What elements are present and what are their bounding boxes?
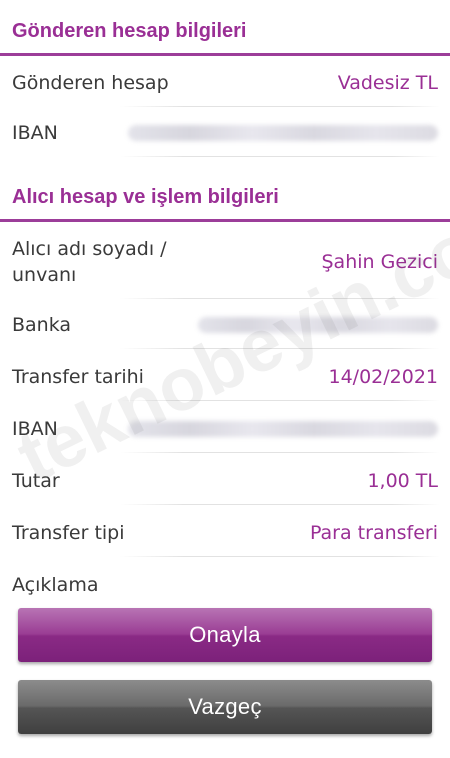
- approve-button[interactable]: Onayla: [18, 608, 432, 662]
- sender-account-value: Vadesiz TL: [337, 72, 438, 94]
- sender-iban-row: IBAN: [0, 118, 450, 158]
- sender-account-label: Gönderen hesap: [12, 72, 169, 94]
- recipient-name-row: Alıcı adı soyadı / unvanı Şahin Gezici: [0, 232, 450, 300]
- bank-label: Banka: [12, 314, 72, 336]
- recipient-iban-row: IBAN: [0, 414, 450, 454]
- sender-account-row: Gönderen hesap Vadesiz TL: [0, 68, 450, 108]
- recipient-name-value: Şahin Gezici: [321, 251, 439, 273]
- transfer-type-label: Transfer tipi: [12, 522, 125, 544]
- transfer-type-value: Para transferi: [309, 522, 438, 544]
- transfer-date-value: 14/02/2021: [328, 366, 438, 388]
- row-divider: [120, 400, 440, 401]
- sender-section-header: Gönderen hesap bilgileri: [0, 0, 450, 56]
- row-divider: [120, 156, 440, 157]
- row-divider: [120, 452, 440, 453]
- recipient-name-label-text: Alıcı adı soyadı / unvanı: [12, 238, 167, 286]
- row-divider: [120, 106, 440, 107]
- recipient-section-header: Alıcı hesap ve işlem bilgileri: [0, 170, 450, 222]
- recipient-iban-redacted: [128, 421, 438, 437]
- recipient-section-title: Alıcı hesap ve işlem bilgileri: [12, 186, 279, 208]
- sender-iban-redacted: [128, 125, 438, 141]
- amount-label: Tutar: [12, 470, 60, 492]
- transfer-date-row: Transfer tarihi 14/02/2021: [0, 362, 450, 402]
- amount-row: Tutar 1,00 TL: [0, 466, 450, 506]
- row-divider: [120, 504, 440, 505]
- bank-redacted: [198, 317, 438, 333]
- sender-iban-label: IBAN: [12, 122, 58, 144]
- description-label: Açıklama: [12, 574, 99, 596]
- recipient-name-label: Alıcı adı soyadı / unvanı: [12, 236, 167, 288]
- bank-row: Banka: [0, 310, 450, 350]
- recipient-iban-label: IBAN: [12, 418, 58, 440]
- transfer-date-label: Transfer tarihi: [12, 366, 144, 388]
- row-divider: [120, 348, 440, 349]
- row-divider: [120, 556, 440, 557]
- row-divider: [120, 298, 440, 299]
- description-row: Açıklama: [0, 570, 450, 600]
- sender-section-title: Gönderen hesap bilgileri: [12, 20, 247, 42]
- transfer-type-row: Transfer tipi Para transferi: [0, 518, 450, 558]
- amount-value: 1,00 TL: [367, 470, 438, 492]
- cancel-button[interactable]: Vazgeç: [18, 680, 432, 734]
